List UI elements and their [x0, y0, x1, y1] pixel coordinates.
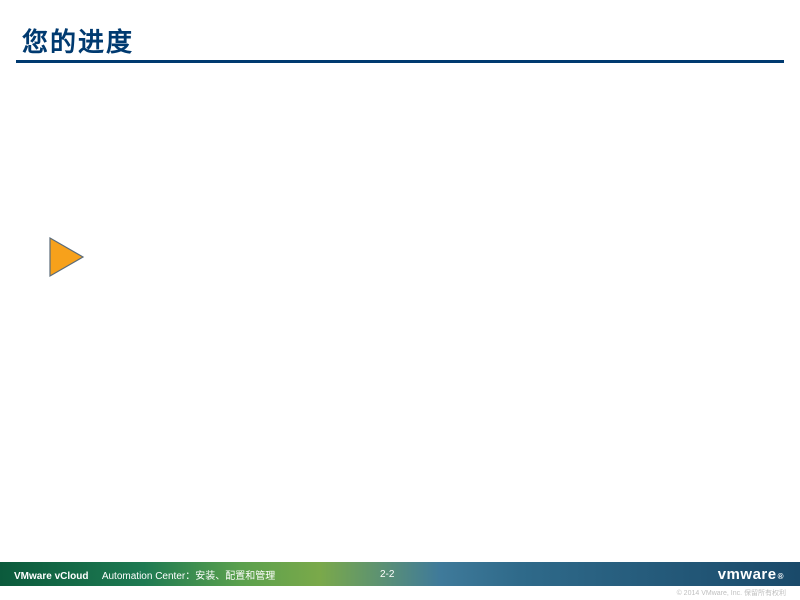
footer-product-rest: Automation Center：安装、配置和管理	[102, 571, 275, 582]
vmware-logo: vmware®	[718, 566, 784, 583]
vmware-logo-text: vmware	[718, 566, 777, 583]
progress-arrow-icon	[47, 235, 87, 284]
footer-product-bold: VMware vCloud	[14, 571, 88, 582]
footer-bar: VMware vCloud Automation Center：安装、配置和管理…	[0, 562, 800, 586]
vmware-logo-reg: ®	[778, 572, 784, 581]
title-underline	[16, 60, 784, 63]
footer-course-title: VMware vCloud Automation Center：安装、配置和管理	[0, 567, 275, 582]
slide-title: 您的进度	[22, 22, 134, 59]
slide: 您的进度 VMware vCloud Automation Center：安装、…	[0, 0, 800, 600]
copyright-text: © 2014 VMware, Inc. 保留所有权利	[677, 588, 786, 598]
footer-page-number: 2-2	[380, 569, 394, 580]
